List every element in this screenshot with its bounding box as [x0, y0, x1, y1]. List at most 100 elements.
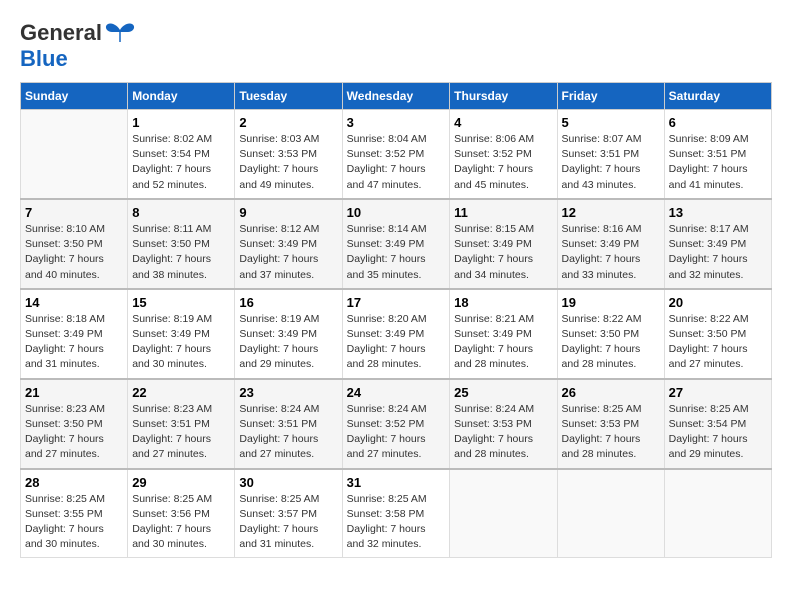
calendar-cell: 12 Sunrise: 8:16 AM Sunset: 3:49 PM Dayli…: [557, 199, 664, 289]
day-info: Sunrise: 8:25 AM Sunset: 3:54 PM Dayligh…: [669, 402, 767, 463]
day-number: 28: [25, 475, 123, 490]
day-info: Sunrise: 8:07 AM Sunset: 3:51 PM Dayligh…: [562, 132, 660, 193]
day-info: Sunrise: 8:03 AM Sunset: 3:53 PM Dayligh…: [239, 132, 337, 193]
calendar-cell: 27 Sunrise: 8:25 AM Sunset: 3:54 PM Dayli…: [664, 379, 771, 469]
day-info: Sunrise: 8:25 AM Sunset: 3:58 PM Dayligh…: [347, 492, 446, 553]
logo: General Blue: [20, 20, 136, 72]
weekday-header-saturday: Saturday: [664, 83, 771, 110]
day-info: Sunrise: 8:06 AM Sunset: 3:52 PM Dayligh…: [454, 132, 552, 193]
calendar-cell: 1 Sunrise: 8:02 AM Sunset: 3:54 PM Daylig…: [128, 110, 235, 199]
calendar-cell: 30Sunrise: 8:25 AM Sunset: 3:57 PM Dayli…: [235, 469, 342, 558]
day-number: 17: [347, 295, 446, 310]
day-number: 7: [25, 205, 123, 220]
day-number: 1: [132, 115, 230, 130]
weekday-header-monday: Monday: [128, 83, 235, 110]
day-number: 20: [669, 295, 767, 310]
calendar-cell: 28 Sunrise: 8:25 AM Sunset: 3:55 PM Dayli…: [21, 469, 128, 558]
day-info: Sunrise: 8:18 AM Sunset: 3:49 PM Dayligh…: [25, 312, 123, 373]
calendar-cell: 24 Sunrise: 8:24 AM Sunset: 3:52 PM Dayli…: [342, 379, 450, 469]
day-info: Sunrise: 8:14 AM Sunset: 3:49 PM Dayligh…: [347, 222, 446, 283]
weekday-header-tuesday: Tuesday: [235, 83, 342, 110]
day-info: Sunrise: 8:22 AM Sunset: 3:50 PM Dayligh…: [669, 312, 767, 373]
day-number: 15: [132, 295, 230, 310]
calendar-cell: 2 Sunrise: 8:03 AM Sunset: 3:53 PM Daylig…: [235, 110, 342, 199]
day-info: Sunrise: 8:20 AM Sunset: 3:49 PM Dayligh…: [347, 312, 446, 373]
day-number: 26: [562, 385, 660, 400]
day-number: 18: [454, 295, 552, 310]
day-info: Sunrise: 8:16 AM Sunset: 3:49 PM Dayligh…: [562, 222, 660, 283]
calendar-cell: 19Sunrise: 8:22 AM Sunset: 3:50 PM Dayli…: [557, 289, 664, 379]
day-number: 4: [454, 115, 552, 130]
day-info: Sunrise: 8:25 AM Sunset: 3:53 PM Dayligh…: [562, 402, 660, 463]
day-number: 29: [132, 475, 230, 490]
calendar-cell: [557, 469, 664, 558]
day-info: Sunrise: 8:24 AM Sunset: 3:53 PM Dayligh…: [454, 402, 552, 463]
calendar-cell: 21Sunrise: 8:23 AM Sunset: 3:50 PM Dayli…: [21, 379, 128, 469]
day-info: Sunrise: 8:25 AM Sunset: 3:57 PM Dayligh…: [239, 492, 337, 553]
calendar-cell: 29 Sunrise: 8:25 AM Sunset: 3:56 PM Dayli…: [128, 469, 235, 558]
calendar-cell: 18 Sunrise: 8:21 AM Sunset: 3:49 PM Dayli…: [450, 289, 557, 379]
weekday-header-sunday: Sunday: [21, 83, 128, 110]
day-info: Sunrise: 8:25 AM Sunset: 3:56 PM Dayligh…: [132, 492, 230, 553]
day-info: Sunrise: 8:10 AM Sunset: 3:50 PM Dayligh…: [25, 222, 123, 283]
day-number: 31: [347, 475, 446, 490]
day-number: 12: [562, 205, 660, 220]
calendar-table: SundayMondayTuesdayWednesdayThursdayFrid…: [20, 82, 772, 558]
calendar-cell: 3Sunrise: 8:04 AM Sunset: 3:52 PM Daylig…: [342, 110, 450, 199]
calendar-cell: 17 Sunrise: 8:20 AM Sunset: 3:49 PM Dayli…: [342, 289, 450, 379]
day-number: 11: [454, 205, 552, 220]
calendar-week-row: 7 Sunrise: 8:10 AM Sunset: 3:50 PM Daylig…: [21, 199, 772, 289]
calendar-cell: 5 Sunrise: 8:07 AM Sunset: 3:51 PM Daylig…: [557, 110, 664, 199]
page-header: General Blue: [20, 20, 772, 72]
day-number: 5: [562, 115, 660, 130]
day-info: Sunrise: 8:24 AM Sunset: 3:52 PM Dayligh…: [347, 402, 446, 463]
calendar-week-row: 21Sunrise: 8:23 AM Sunset: 3:50 PM Dayli…: [21, 379, 772, 469]
day-number: 3: [347, 115, 446, 130]
calendar-cell: 4 Sunrise: 8:06 AM Sunset: 3:52 PM Daylig…: [450, 110, 557, 199]
calendar-cell: 23Sunrise: 8:24 AM Sunset: 3:51 PM Dayli…: [235, 379, 342, 469]
calendar-cell: 11 Sunrise: 8:15 AM Sunset: 3:49 PM Dayli…: [450, 199, 557, 289]
calendar-cell: 31 Sunrise: 8:25 AM Sunset: 3:58 PM Dayli…: [342, 469, 450, 558]
day-info: Sunrise: 8:11 AM Sunset: 3:50 PM Dayligh…: [132, 222, 230, 283]
day-info: Sunrise: 8:12 AM Sunset: 3:49 PM Dayligh…: [239, 222, 337, 283]
weekday-header-friday: Friday: [557, 83, 664, 110]
day-number: 27: [669, 385, 767, 400]
logo-bird-icon: [104, 22, 136, 44]
day-info: Sunrise: 8:09 AM Sunset: 3:51 PM Dayligh…: [669, 132, 767, 193]
day-info: Sunrise: 8:25 AM Sunset: 3:55 PM Dayligh…: [25, 492, 123, 553]
day-number: 16: [239, 295, 337, 310]
calendar-cell: [450, 469, 557, 558]
calendar-cell: 6 Sunrise: 8:09 AM Sunset: 3:51 PM Daylig…: [664, 110, 771, 199]
calendar-cell: [664, 469, 771, 558]
calendar-cell: 10Sunrise: 8:14 AM Sunset: 3:49 PM Dayli…: [342, 199, 450, 289]
day-number: 6: [669, 115, 767, 130]
day-info: Sunrise: 8:21 AM Sunset: 3:49 PM Dayligh…: [454, 312, 552, 373]
day-number: 14: [25, 295, 123, 310]
weekday-header-wednesday: Wednesday: [342, 83, 450, 110]
calendar-cell: [21, 110, 128, 199]
day-number: 2: [239, 115, 337, 130]
day-number: 8: [132, 205, 230, 220]
calendar-cell: 22Sunrise: 8:23 AM Sunset: 3:51 PM Dayli…: [128, 379, 235, 469]
day-number: 25: [454, 385, 552, 400]
day-info: Sunrise: 8:02 AM Sunset: 3:54 PM Dayligh…: [132, 132, 230, 193]
logo-text-general: General: [20, 20, 102, 46]
day-info: Sunrise: 8:19 AM Sunset: 3:49 PM Dayligh…: [239, 312, 337, 373]
calendar-cell: 20 Sunrise: 8:22 AM Sunset: 3:50 PM Dayli…: [664, 289, 771, 379]
calendar-cell: 26 Sunrise: 8:25 AM Sunset: 3:53 PM Dayli…: [557, 379, 664, 469]
day-number: 9: [239, 205, 337, 220]
calendar-cell: 25 Sunrise: 8:24 AM Sunset: 3:53 PM Dayli…: [450, 379, 557, 469]
day-info: Sunrise: 8:19 AM Sunset: 3:49 PM Dayligh…: [132, 312, 230, 373]
day-number: 24: [347, 385, 446, 400]
calendar-cell: 14 Sunrise: 8:18 AM Sunset: 3:49 PM Dayli…: [21, 289, 128, 379]
calendar-cell: 15 Sunrise: 8:19 AM Sunset: 3:49 PM Dayli…: [128, 289, 235, 379]
day-info: Sunrise: 8:17 AM Sunset: 3:49 PM Dayligh…: [669, 222, 767, 283]
weekday-header-thursday: Thursday: [450, 83, 557, 110]
day-number: 23: [239, 385, 337, 400]
calendar-week-row: 1 Sunrise: 8:02 AM Sunset: 3:54 PM Daylig…: [21, 110, 772, 199]
calendar-week-row: 28 Sunrise: 8:25 AM Sunset: 3:55 PM Dayli…: [21, 469, 772, 558]
day-info: Sunrise: 8:15 AM Sunset: 3:49 PM Dayligh…: [454, 222, 552, 283]
day-number: 22: [132, 385, 230, 400]
day-info: Sunrise: 8:23 AM Sunset: 3:50 PM Dayligh…: [25, 402, 123, 463]
calendar-cell: 8 Sunrise: 8:11 AM Sunset: 3:50 PM Daylig…: [128, 199, 235, 289]
